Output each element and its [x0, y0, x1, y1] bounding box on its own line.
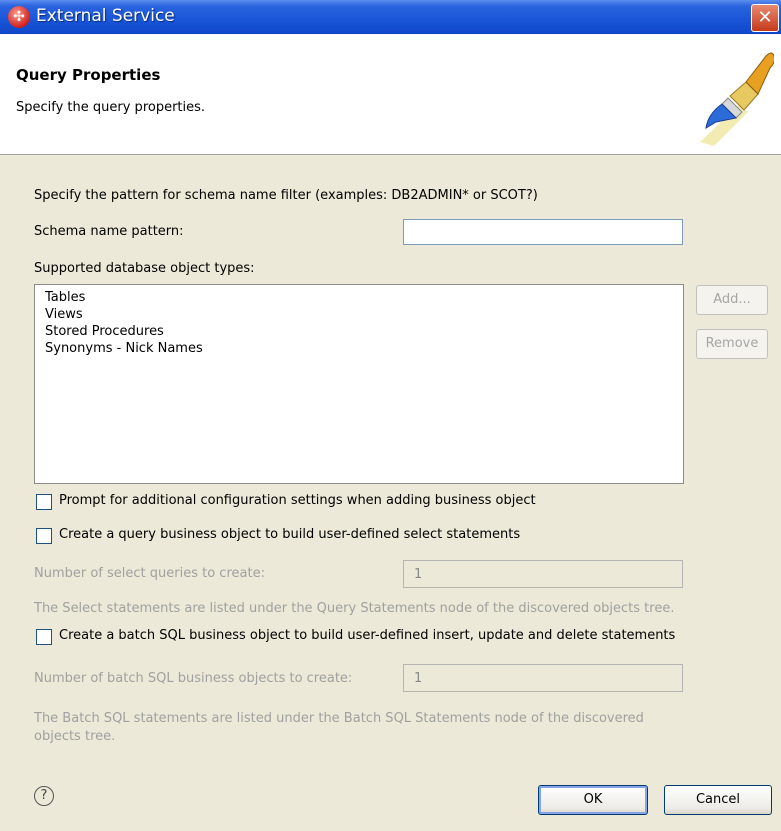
- list-item[interactable]: Tables: [45, 289, 683, 306]
- cancel-button[interactable]: Cancel: [664, 785, 772, 815]
- object-types-list[interactable]: Tables Views Stored Procedures Synonyms …: [34, 284, 684, 484]
- select-count-input[interactable]: 1: [403, 560, 683, 588]
- schema-filter-instruction: Specify the pattern for schema name filt…: [34, 188, 538, 203]
- external-service-dialog: ✣ External Service ✕ Query Properties Sp…: [0, 0, 781, 831]
- list-item[interactable]: Synonyms - Nick Names: [45, 340, 683, 357]
- help-icon[interactable]: ?: [34, 786, 54, 806]
- query-object-label: Create a query business object to build …: [59, 527, 521, 542]
- brush-icon: [700, 52, 774, 146]
- title-bar[interactable]: ✣ External Service ✕: [0, 0, 781, 34]
- window-title: External Service: [36, 6, 175, 26]
- add-button[interactable]: Add...: [696, 285, 768, 315]
- batch-statements-note-line2: objects tree.: [34, 729, 116, 744]
- batch-statements-note-line1: The Batch SQL statements are listed unde…: [34, 711, 644, 726]
- select-count-label: Number of select queries to create:: [34, 566, 265, 581]
- list-item[interactable]: Views: [45, 306, 683, 323]
- batch-sql-checkbox[interactable]: [36, 629, 52, 645]
- app-icon: ✣: [8, 6, 30, 28]
- prompt-config-label: Prompt for additional configuration sett…: [59, 493, 536, 508]
- batch-count-label: Number of batch SQL business objects to …: [34, 671, 353, 686]
- batch-sql-label: Create a batch SQL business object to bu…: [59, 628, 676, 643]
- list-item[interactable]: Stored Procedures: [45, 323, 683, 340]
- header-banner: [0, 34, 781, 155]
- remove-button[interactable]: Remove: [696, 329, 768, 359]
- prompt-config-checkbox[interactable]: [36, 494, 52, 510]
- close-icon: ✕: [757, 7, 773, 28]
- select-statements-note: The Select statements are listed under t…: [34, 601, 675, 616]
- close-button[interactable]: ✕: [751, 4, 779, 32]
- schema-name-input[interactable]: [403, 219, 683, 245]
- object-types-label: Supported database object types:: [34, 261, 255, 276]
- page-description: Specify the query properties.: [16, 100, 206, 115]
- ok-button[interactable]: OK: [538, 785, 648, 815]
- query-object-checkbox[interactable]: [36, 528, 52, 544]
- page-title: Query Properties: [16, 66, 161, 84]
- schema-name-label: Schema name pattern:: [34, 224, 184, 239]
- batch-count-input[interactable]: 1: [403, 664, 683, 692]
